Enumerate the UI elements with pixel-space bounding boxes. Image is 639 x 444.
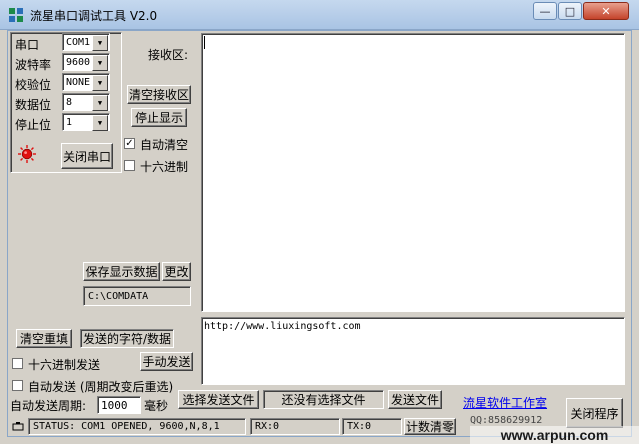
watermark: www.arpun.com (470, 426, 639, 444)
clear-resend-button[interactable]: 清空重填 (16, 329, 72, 348)
databits-select[interactable]: 8 ▼ (62, 93, 110, 111)
status-text: STATUS: COM1 OPENED, 9600,N,8,1 (28, 418, 246, 435)
receive-area-label: 接收区: (148, 48, 189, 62)
parity-label: 校验位 (15, 78, 52, 92)
stopbits-select[interactable]: 1 ▼ (62, 113, 110, 131)
stop-display-button[interactable]: 停止显示 (131, 108, 187, 127)
reset-count-button[interactable]: 计数清零 (404, 418, 456, 435)
auto-clear-label: 自动清空 (140, 138, 189, 152)
text-cursor (204, 36, 205, 49)
send-textarea[interactable]: http://www.liuxingsoft.com (201, 317, 625, 385)
hex-display-label: 十六进制 (140, 160, 189, 174)
baud-select[interactable]: 9600 ▼ (62, 53, 110, 71)
hex-send-label: 十六进制发送 (28, 358, 101, 372)
auto-send-checkbox[interactable] (12, 380, 23, 391)
rx-count: RX:0 (250, 418, 340, 435)
save-path-field: C:\COMDATA (83, 286, 191, 306)
manual-send-button[interactable]: 手动发送 (140, 352, 193, 371)
chevron-down-icon: ▼ (92, 55, 108, 71)
close-window-button[interactable]: ✕ (583, 2, 629, 20)
app-icon (8, 7, 24, 23)
checkmark-icon: ✓ (125, 137, 134, 149)
qq-number: QQ:858629912 (470, 415, 543, 426)
studio-link[interactable]: 流星软件工作室 (463, 394, 547, 411)
port-status-indicator-icon (18, 145, 36, 166)
hex-send-checkbox[interactable] (12, 358, 23, 369)
chevron-down-icon: ▼ (92, 75, 108, 91)
databits-label: 数据位 (15, 98, 52, 112)
send-file-button[interactable]: 发送文件 (388, 390, 442, 409)
auto-clear-checkbox[interactable]: ✓ (124, 138, 135, 149)
minimize-icon: — (539, 4, 551, 18)
period-input[interactable]: 1000 (97, 396, 141, 414)
port-select[interactable]: COM1 ▼ (62, 33, 110, 51)
receive-textarea[interactable] (201, 33, 625, 312)
exit-program-button[interactable]: 关闭程序 (566, 398, 623, 428)
status-icon (10, 418, 26, 435)
clear-receive-button[interactable]: 清空接收区 (127, 85, 191, 104)
hex-display-checkbox[interactable] (124, 160, 135, 171)
maximize-button[interactable]: □ (558, 2, 582, 20)
select-send-file-button[interactable]: 选择发送文件 (178, 390, 259, 409)
parity-select[interactable]: NONE ▼ (62, 73, 110, 91)
port-label: 串口 (15, 38, 40, 52)
baud-label: 波特率 (15, 58, 52, 72)
save-display-data-button[interactable]: 保存显示数据 (83, 262, 160, 281)
close-port-button[interactable]: 关闭串口 (61, 143, 113, 169)
chevron-down-icon: ▼ (92, 115, 108, 131)
window-title: 流星串口调试工具 V2.0 (30, 9, 158, 23)
sent-data-label: 发送的字符/数据 (80, 329, 174, 348)
auto-send-label: 自动发送 (周期改变后重选) (28, 380, 174, 394)
file-status-label: 还没有选择文件 (263, 390, 384, 409)
chevron-down-icon: ▼ (92, 35, 108, 51)
stopbits-label: 停止位 (15, 118, 52, 132)
close-icon: ✕ (601, 4, 611, 18)
period-label: 自动发送周期: (10, 399, 87, 413)
change-path-button[interactable]: 更改 (162, 262, 191, 281)
chevron-down-icon: ▼ (92, 95, 108, 111)
period-unit-label: 毫秒 (144, 399, 169, 413)
tx-count: TX:0 (342, 418, 402, 435)
maximize-icon: □ (564, 4, 576, 18)
minimize-button[interactable]: — (533, 2, 557, 20)
